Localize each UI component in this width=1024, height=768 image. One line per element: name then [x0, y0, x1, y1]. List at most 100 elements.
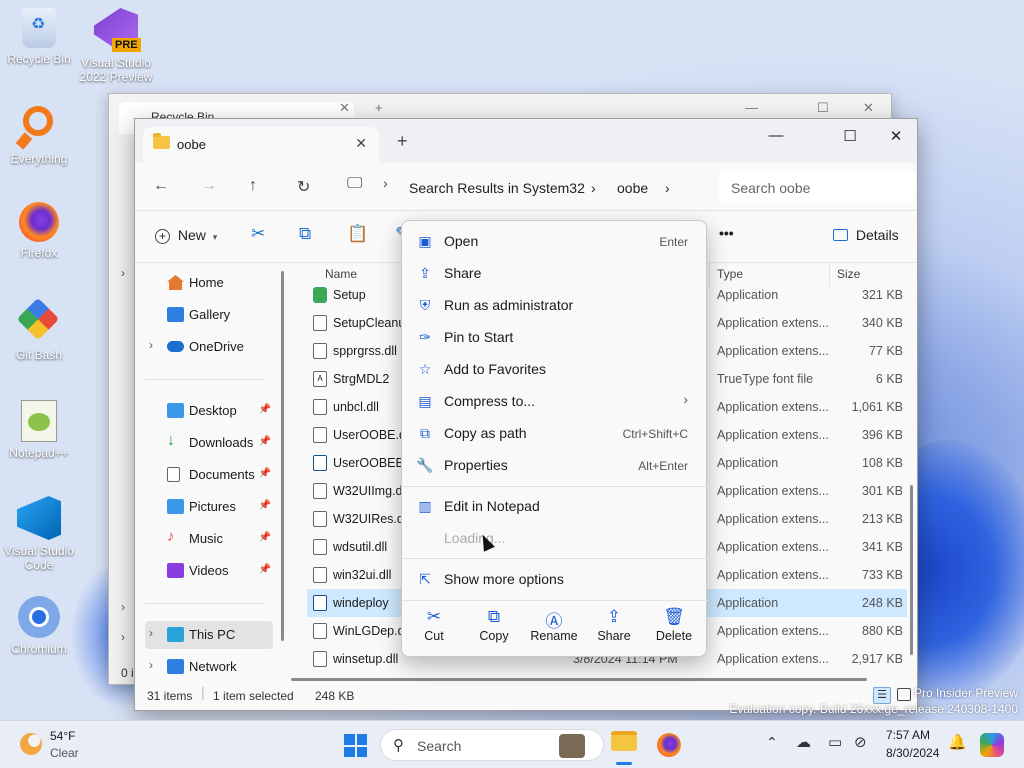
chevron-right-icon[interactable]: › [149, 658, 153, 672]
notification-bell-icon[interactable]: 🔔 [948, 733, 967, 751]
chevron-right-icon[interactable]: › [149, 626, 153, 640]
desktop-icon-label: Chromium [11, 642, 67, 656]
desktop-icon-git-bash[interactable]: Git Bash [1, 297, 77, 362]
column-header-name[interactable]: Name [325, 267, 357, 281]
pin-icon[interactable]: 📌 [259, 468, 271, 479]
nav-item-this-pc[interactable]: › This PC [145, 621, 273, 649]
column-header-type[interactable]: Type [717, 267, 743, 281]
vertical-scrollbar[interactable] [910, 485, 913, 655]
pin-icon[interactable]: 📌 [259, 404, 271, 415]
quick-action-rename[interactable]: Ⓐ Rename [524, 607, 584, 643]
nav-item-gallery[interactable]: Gallery [145, 301, 273, 329]
windows-start-icon[interactable] [344, 734, 367, 757]
menu-item-show-more-options[interactable]: ⇱ Show more options [406, 563, 702, 595]
tab-oobe[interactable]: oobe ✕ [143, 127, 379, 163]
copy-icon[interactable]: ⧉ [299, 224, 311, 244]
column-header-size[interactable]: Size [837, 267, 860, 281]
clock-date[interactable]: 8/30/2024 [886, 746, 939, 760]
weather-temp[interactable]: 54°F [50, 729, 75, 743]
chevron-right-icon[interactable]: › [665, 180, 670, 196]
desktop-folder-icon [167, 403, 184, 418]
clock-time[interactable]: 7:57 AM [886, 728, 930, 742]
pin-icon[interactable]: 📌 [259, 500, 271, 511]
nav-item-network[interactable]: › Network [145, 653, 273, 681]
minimize-button[interactable]: — [753, 127, 799, 144]
menu-item-open[interactable]: ▣ Open Enter [406, 225, 702, 257]
menu-item-add-to-favorites[interactable]: ☆ Add to Favorites [406, 353, 702, 385]
desktop-icon-visual-studio[interactable]: PRE Visual Studio 2022 Preview [78, 8, 154, 84]
details-button[interactable]: Details [833, 227, 899, 243]
up-arrow-icon[interactable]: ↑ [249, 177, 257, 195]
chevron-up-icon[interactable]: ⌃ [766, 734, 778, 751]
menu-item-share[interactable]: ⇪ Share [406, 257, 702, 289]
cut-icon[interactable]: ✂ [251, 224, 265, 244]
desktop-icon-firefox[interactable]: Firefox [1, 202, 77, 260]
nav-item-downloads[interactable]: ↓ Downloads 📌 [145, 429, 273, 457]
quick-action-delete[interactable]: 🗑 Delete [644, 607, 704, 643]
menu-item-compress[interactable]: ▤ Compress to... › [406, 385, 702, 417]
minimize-icon[interactable]: — [745, 100, 758, 115]
close-button[interactable]: ✕ [873, 127, 917, 145]
new-button[interactable]: + New ▾ [155, 227, 217, 244]
chevron-right-icon[interactable]: › [591, 180, 596, 196]
horizontal-scrollbar[interactable] [291, 678, 867, 681]
nav-item-pictures[interactable]: Pictures 📌 [145, 493, 273, 521]
nav-item-desktop[interactable]: Desktop 📌 [145, 397, 273, 425]
menu-item-pin-to-start[interactable]: ✑ Pin to Start [406, 321, 702, 353]
nav-item-documents[interactable]: Documents 📌 [145, 461, 273, 489]
desktop-icon-recycle-bin[interactable]: ♻ Recycle Bin [1, 8, 77, 66]
network-status-icon[interactable]: ⊘ [854, 733, 867, 751]
new-tab-icon[interactable]: + [375, 100, 383, 115]
tiles-view-icon[interactable] [897, 688, 911, 701]
nav-item-music[interactable]: ♪ Music 📌 [145, 525, 273, 553]
pin-icon[interactable]: 📌 [259, 436, 271, 447]
nav-item-onedrive[interactable]: › OneDrive [145, 333, 273, 361]
close-icon[interactable]: ✕ [863, 100, 874, 116]
paste-icon[interactable]: 📋 [347, 224, 368, 244]
moon-weather-icon[interactable] [20, 733, 42, 755]
chevron-right-icon[interactable]: › [149, 338, 153, 352]
back-arrow-icon[interactable]: ← [153, 177, 169, 195]
title-bar: oobe ✕ + — ☐ ✕ [135, 119, 917, 163]
maximize-icon[interactable]: ☐ [817, 100, 829, 116]
new-label: New [177, 227, 206, 243]
menu-item-properties[interactable]: 🔧 Properties Alt+Enter [406, 449, 702, 481]
file-type: Application extens... [717, 624, 829, 638]
active-app-indicator [616, 762, 632, 765]
pin-icon[interactable]: 📌 [259, 532, 271, 543]
desktop-icon-vscode[interactable]: Visual Studio Code [1, 496, 77, 572]
forward-arrow-icon[interactable]: → [201, 177, 217, 195]
desktop-icon-chromium[interactable]: Chromium [1, 596, 77, 656]
firefox-taskbar-icon[interactable] [657, 733, 681, 757]
copilot-icon[interactable] [980, 733, 1004, 757]
tab-close-icon[interactable]: ✕ [339, 100, 350, 116]
nav-item-videos[interactable]: Videos 📌 [145, 557, 273, 585]
pin-icon[interactable]: 📌 [259, 564, 271, 575]
weather-condition[interactable]: Clear [50, 746, 79, 760]
more-options-button[interactable]: ••• [719, 225, 734, 241]
quick-action-share[interactable]: ⇪ Share [584, 607, 644, 643]
new-tab-button[interactable]: + [397, 131, 408, 152]
search-input[interactable]: Search oobe [719, 171, 915, 203]
monitor-icon[interactable]: 🖵 [347, 175, 362, 193]
nav-item-home[interactable]: Home [145, 269, 273, 297]
display-icon[interactable]: ▭ [828, 733, 842, 751]
desktop-icon-everything[interactable]: Everything [1, 104, 77, 166]
nav-scrollbar[interactable] [281, 271, 284, 641]
tab-close-icon[interactable]: ✕ [355, 135, 367, 152]
desktop-icon-label: Notepad++ [9, 446, 69, 460]
breadcrumb-search-results[interactable]: Search Results in System32 [409, 180, 585, 196]
refresh-icon[interactable]: ↻ [297, 177, 310, 197]
desktop-icon-notepad-plus-plus[interactable]: Notepad++ [1, 400, 77, 460]
menu-item-copy-as-path[interactable]: ⧉ Copy as path Ctrl+Shift+C [406, 417, 702, 449]
taskbar-search-box[interactable]: ⚲ Search [380, 729, 604, 761]
menu-item-edit-in-notepad[interactable]: ▥ Edit in Notepad [406, 490, 702, 522]
cloud-offline-icon[interactable]: ☁ [796, 733, 811, 751]
quick-action-copy[interactable]: ⧉ Copy [464, 607, 524, 643]
menu-item-run-as-admin[interactable]: ⛨ Run as administrator [406, 289, 702, 321]
maximize-button[interactable]: ☐ [827, 127, 873, 145]
breadcrumb-oobe[interactable]: oobe [617, 180, 648, 196]
chevron-right-icon[interactable]: › [383, 175, 388, 191]
quick-action-cut[interactable]: ✂ Cut [404, 607, 464, 643]
file-explorer-taskbar-icon[interactable] [611, 731, 637, 755]
